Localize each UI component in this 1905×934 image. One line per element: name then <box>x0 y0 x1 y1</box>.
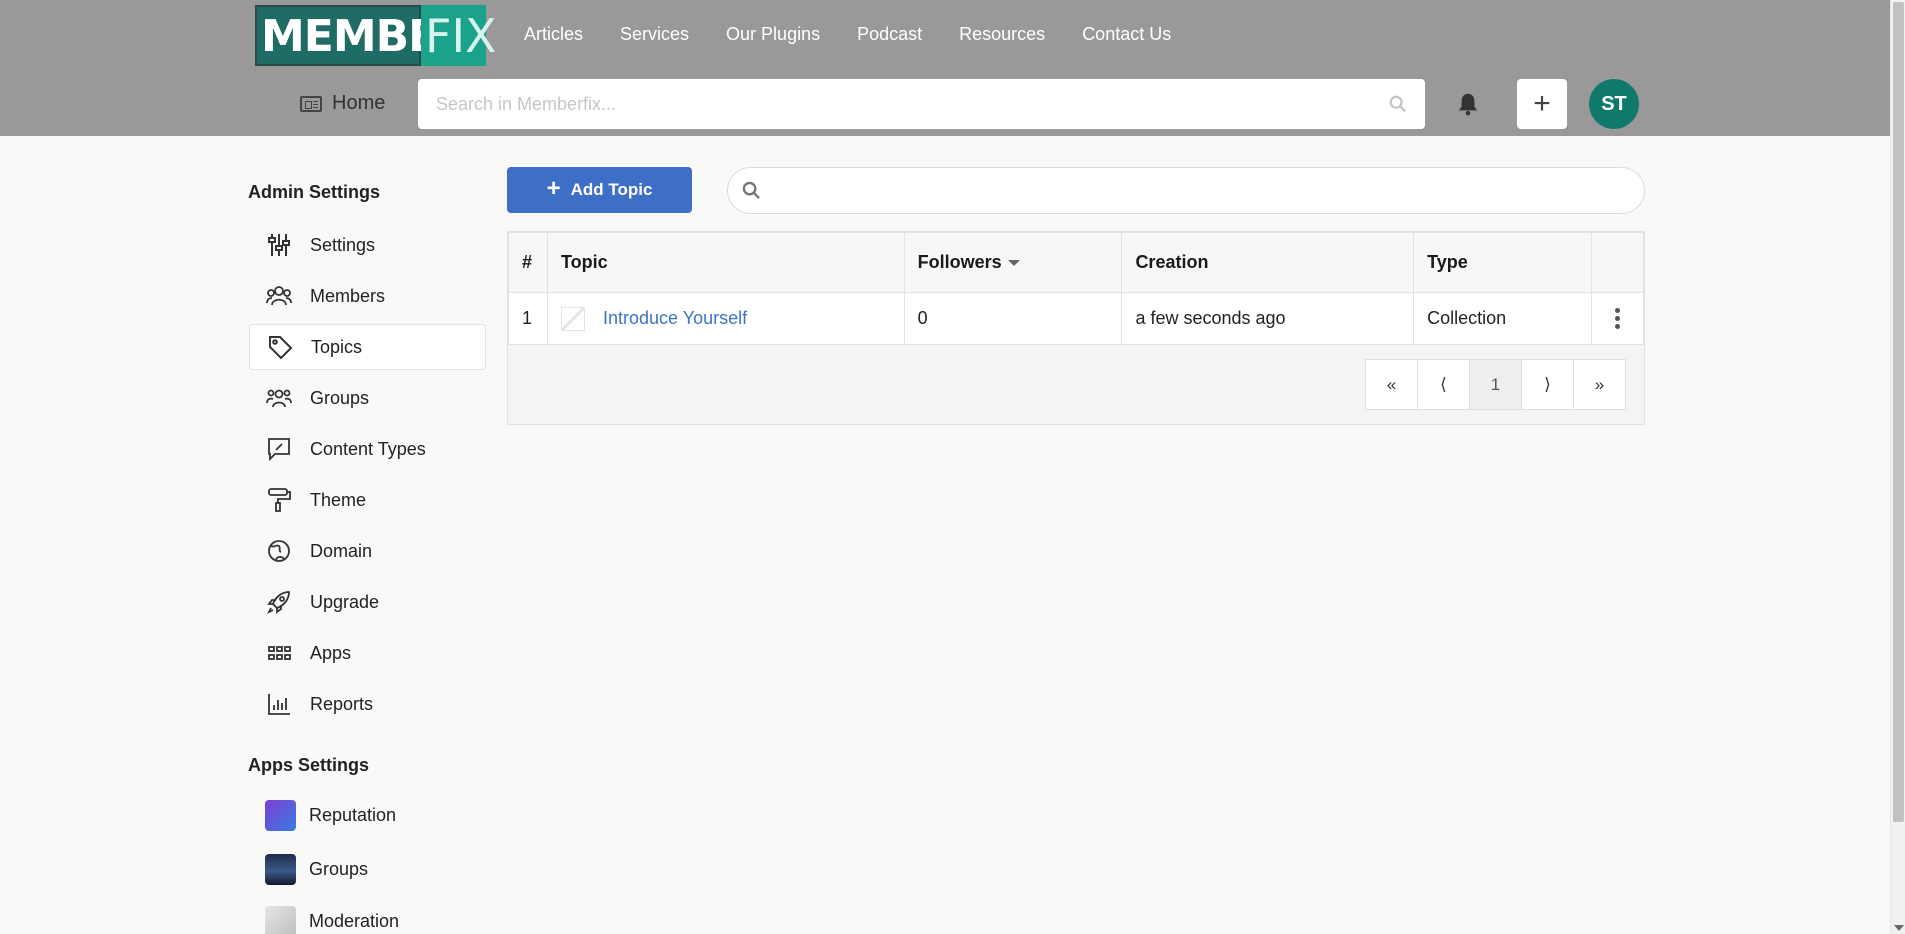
groups-app-icon <box>265 854 296 885</box>
nav-resources[interactable]: Resources <box>959 24 1045 45</box>
topics-table: # Topic Followers Creation Type 1 Introd… <box>508 232 1645 345</box>
sidebar-item-label: Reports <box>310 693 374 714</box>
cell-actions <box>1590 292 1645 345</box>
app-item-moderation[interactable]: Moderation <box>265 906 399 934</box>
more-options-icon[interactable] <box>1605 308 1630 329</box>
sliders-icon <box>265 232 293 258</box>
bell-icon[interactable] <box>1457 92 1479 116</box>
app-item-label: Groups <box>309 859 369 879</box>
globe-icon <box>265 538 293 564</box>
table-row: 1 Introduce Yourself 0 a few seconds ago… <box>508 292 1645 345</box>
sidebar-item-label: Groups <box>310 387 370 408</box>
top-header: MEMBER FIX Articles Services Our Plugins… <box>0 0 1890 136</box>
topic-image-placeholder-icon <box>560 306 585 331</box>
nav-articles[interactable]: Articles <box>524 24 583 45</box>
cell-creation: a few seconds ago <box>1121 292 1415 345</box>
sidebar-item-label: Theme <box>310 489 367 510</box>
scroll-down-arrow-icon[interactable] <box>1894 925 1904 931</box>
members-icon <box>265 283 293 309</box>
memberfix-logo[interactable]: MEMBER FIX <box>255 5 497 66</box>
scrollbar-thumb[interactable] <box>1893 2 1904 822</box>
nav-contact-us[interactable]: Contact Us <box>1082 24 1171 45</box>
sidebar-item-groups[interactable]: Groups <box>249 375 486 421</box>
sidebar-item-content-types[interactable]: Content Types <box>249 426 486 472</box>
sidebar-item-label: Settings <box>310 234 376 255</box>
paint-roller-icon <box>265 487 293 513</box>
global-search-input[interactable] <box>436 93 1389 115</box>
sidebar-item-theme[interactable]: Theme <box>249 477 486 523</box>
app-item-label: Reputation <box>309 805 397 825</box>
next-page-button[interactable]: ⟩ <box>1521 359 1574 410</box>
tag-icon <box>266 334 294 360</box>
sort-desc-icon <box>1007 260 1020 267</box>
first-page-button[interactable]: « <box>1365 359 1418 410</box>
add-topic-label: Add Topic <box>570 180 653 199</box>
admin-settings-heading: Admin Settings <box>248 182 381 202</box>
column-header-actions <box>1590 232 1645 293</box>
page-1-button[interactable]: 1 <box>1469 359 1522 410</box>
sidebar-item-topics[interactable]: Topics <box>249 324 486 370</box>
sidebar-item-domain[interactable]: Domain <box>249 528 486 574</box>
logo-member-text: MEMBER <box>255 5 471 66</box>
column-header-followers[interactable]: Followers <box>903 232 1123 293</box>
add-topic-button[interactable]: + Add Topic <box>507 167 692 213</box>
column-header-creation[interactable]: Creation <box>1121 232 1415 293</box>
content-types-icon <box>265 436 293 462</box>
logo-fix-text: FIX <box>421 5 497 66</box>
apps-grid-icon <box>265 640 293 666</box>
cell-topic: Introduce Yourself <box>546 292 905 345</box>
groups-icon <box>265 385 293 411</box>
plus-icon: + <box>546 175 561 202</box>
pagination: « ⟨ 1 ⟩ » <box>1365 359 1626 410</box>
followers-header-label: Followers <box>917 252 1002 272</box>
rocket-icon <box>265 589 293 615</box>
avatar[interactable]: ST <box>1589 79 1639 129</box>
search-icon[interactable] <box>1389 95 1407 113</box>
column-header-type[interactable]: Type <box>1413 232 1592 293</box>
page-scrollbar[interactable] <box>1890 0 1905 934</box>
cell-type: Collection <box>1413 292 1592 345</box>
create-button[interactable]: + <box>1517 79 1567 129</box>
sidebar-item-label: Topics <box>311 336 363 357</box>
search-icon <box>742 181 760 199</box>
last-page-button[interactable]: » <box>1573 359 1626 410</box>
home-label: Home <box>332 92 386 114</box>
reputation-app-icon <box>265 800 296 831</box>
sidebar-item-upgrade[interactable]: Upgrade <box>249 579 486 625</box>
table-header-row: # Topic Followers Creation Type <box>508 232 1645 293</box>
moderation-app-icon <box>265 906 296 934</box>
sidebar-item-reports[interactable]: Reports <box>249 681 486 727</box>
topic-search <box>727 167 1645 214</box>
sidebar-item-label: Domain <box>310 540 373 561</box>
sidebar-item-label: Upgrade <box>310 591 380 612</box>
top-nav: Articles Services Our Plugins Podcast Re… <box>524 24 1171 45</box>
sidebar-item-label: Content Types <box>310 438 426 459</box>
apps-settings-heading: Apps Settings <box>248 755 370 775</box>
sidebar-item-label: Members <box>310 285 386 306</box>
topic-search-input[interactable] <box>771 181 1644 200</box>
cell-number: 1 <box>508 292 548 345</box>
global-search <box>418 79 1425 129</box>
nav-podcast[interactable]: Podcast <box>857 24 922 45</box>
column-header-number: # <box>508 232 548 293</box>
prev-page-button[interactable]: ⟨ <box>1417 359 1470 410</box>
home-link[interactable]: Home <box>300 92 385 115</box>
topic-link[interactable]: Introduce Yourself <box>560 306 891 331</box>
sidebar-item-settings[interactable]: Settings <box>249 222 486 268</box>
app-item-label: Moderation <box>309 911 400 931</box>
topic-name: Introduce Yourself <box>602 308 748 328</box>
chart-icon <box>265 691 293 717</box>
column-header-topic[interactable]: Topic <box>546 232 905 293</box>
sidebar-item-members[interactable]: Members <box>249 273 486 319</box>
cell-followers: 0 <box>903 292 1123 345</box>
newspaper-icon <box>300 95 322 112</box>
sidebar-item-apps[interactable]: Apps <box>249 630 486 676</box>
nav-services[interactable]: Services <box>620 24 689 45</box>
app-item-groups[interactable]: Groups <box>265 854 368 885</box>
app-item-reputation[interactable]: Reputation <box>265 800 396 831</box>
nav-our-plugins[interactable]: Our Plugins <box>726 24 820 45</box>
sidebar-item-label: Apps <box>310 642 352 663</box>
